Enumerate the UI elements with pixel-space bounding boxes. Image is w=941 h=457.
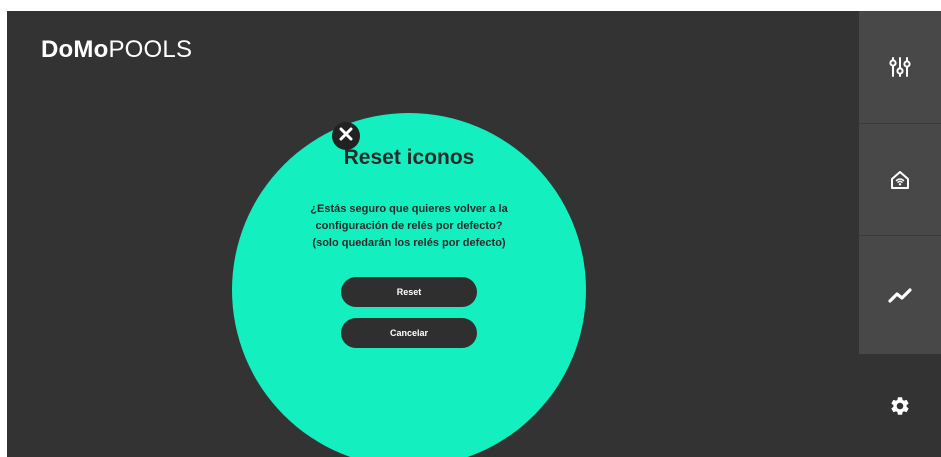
close-icon (339, 127, 353, 146)
sidebar-item-settings-sliders[interactable] (859, 11, 941, 124)
app-frame: DoMoPOOLS Reset iconos ¿Estás seguro que… (7, 11, 941, 457)
reset-button[interactable]: Reset (341, 277, 477, 307)
sidebar-item-smart-home[interactable] (859, 124, 941, 236)
sliders-icon (889, 56, 911, 78)
dialog-message-line: configuración de relés por defecto? (315, 220, 503, 232)
smart-home-icon (889, 169, 911, 191)
sidebar-item-statistics[interactable] (859, 236, 941, 354)
dialog-message: ¿Estás seguro que quieres volver a la co… (269, 201, 549, 252)
dialog-message-line: (solo quedarán los relés por defecto) (312, 237, 506, 249)
brand-logo: DoMoPOOLS (41, 36, 192, 64)
brand-logo-light: POOLS (108, 36, 193, 63)
gear-icon (889, 395, 911, 417)
cancel-button[interactable]: Cancelar (341, 318, 477, 348)
sidebar (859, 11, 941, 457)
sidebar-item-settings[interactable] (859, 354, 941, 457)
trend-chart-icon (888, 286, 912, 304)
dialog-title: Reset iconos (343, 146, 475, 169)
brand-logo-bold: DoMo (41, 36, 109, 63)
dialog-message-line: ¿Estás seguro que quieres volver a la (310, 203, 508, 215)
